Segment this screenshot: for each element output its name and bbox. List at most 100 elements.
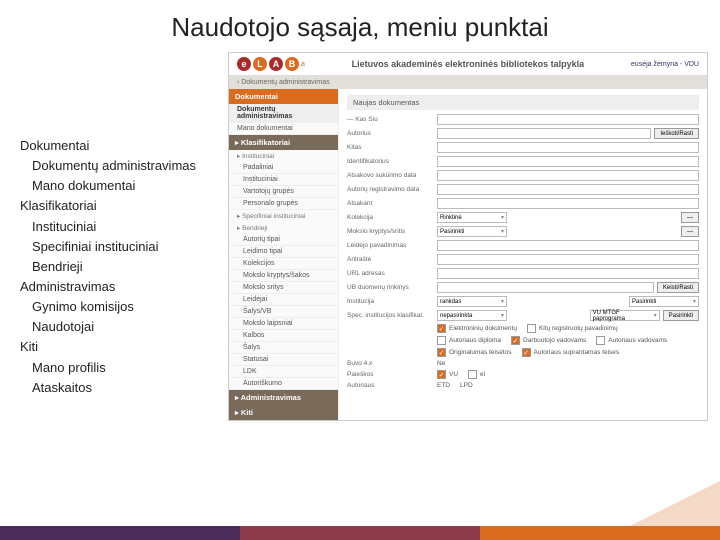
checkbox[interactable] — [527, 324, 536, 333]
sidebar-item[interactable]: Mokslo sritys — [229, 282, 338, 294]
text-input[interactable] — [437, 240, 699, 251]
text-input[interactable] — [437, 170, 699, 181]
button[interactable]: — — [681, 226, 699, 237]
user-link[interactable]: eusėja žemyna - VDU — [631, 61, 699, 68]
form-row: Leidėjo pavadinimas — [347, 240, 699, 251]
panel-title: Naujas dokumentas — [347, 95, 699, 110]
form-row: Autorius Ieškoti/Rasti — [347, 128, 699, 139]
field-label: Kitas — [347, 144, 437, 151]
form-row: Spec. institucijos klasifikat.nepasirink… — [347, 310, 699, 321]
sidebar-item[interactable]: Šalys/VB — [229, 306, 338, 318]
form-row: Identifikatorius — [347, 156, 699, 167]
sidebar-item[interactable]: Vartotojų grupės — [229, 186, 338, 198]
sidebar: DokumentaiDokumentų administravimasMano … — [229, 89, 339, 420]
button[interactable]: Ieškoti/Rasti — [654, 128, 699, 139]
checkbox[interactable]: ✓ — [522, 348, 531, 357]
logo-e-icon: e — [237, 57, 251, 71]
overlay-item: Instituciniai — [20, 217, 196, 237]
checkbox-label: Elektroninių dokumentų — [449, 325, 517, 332]
checkbox-label: el — [480, 371, 485, 378]
sidebar-item[interactable]: Mokslo kryptys/šakos — [229, 270, 338, 282]
sidebar-item[interactable]: Šalys — [229, 342, 338, 354]
sidebar-item[interactable]: Leidėjai — [229, 294, 338, 306]
sidebar-group[interactable]: ▸ Instituciniai — [229, 150, 338, 162]
text-input[interactable] — [437, 128, 651, 139]
button[interactable]: Keisti/Rasti — [657, 282, 699, 293]
text-input[interactable] — [437, 156, 699, 167]
sidebar-item[interactable]: Statusai — [229, 354, 338, 366]
sidebar-header-admin[interactable]: ▸ Administravimas — [229, 390, 338, 405]
sidebar-item[interactable]: Kalbos — [229, 330, 338, 342]
select[interactable]: rankdas▾ — [437, 296, 507, 307]
sidebar-item[interactable]: Dokumentų administravimas — [229, 104, 338, 123]
field-label: Leidėjo pavadinimas — [347, 242, 437, 249]
sidebar-header-dokumentai[interactable]: Dokumentai — [229, 89, 338, 104]
text-input[interactable] — [437, 184, 699, 195]
select[interactable]: Rinktinė▾ — [437, 212, 507, 223]
checkbox-label: Kitų registruotų pavadinimų — [539, 325, 618, 332]
form-row: Atsakovo sukūrimo data — [347, 170, 699, 181]
sidebar-item[interactable]: Autorių tipai — [229, 234, 338, 246]
checkbox[interactable] — [468, 370, 477, 379]
overlay-item: Naudotojai — [20, 317, 196, 337]
text-input[interactable] — [437, 282, 654, 293]
checkbox[interactable] — [596, 336, 605, 345]
logo-l-icon: L — [253, 57, 267, 71]
select[interactable]: VU MTGF paprograma▾ — [590, 310, 660, 321]
sidebar-item[interactable]: Instituciniai — [229, 174, 338, 186]
form-row: Mokslo kryptys/sritisPasirinkti▾— — [347, 226, 699, 237]
chevron-down-icon: ▾ — [501, 298, 504, 305]
overlay-item: Specifiniai instituciniai — [20, 237, 196, 257]
sidebar-item[interactable]: Padaliniai — [229, 162, 338, 174]
checkbox-label: Autoriaus suprantamas teises — [534, 349, 620, 356]
tag: ETD — [437, 382, 450, 389]
field-label: Autorius — [347, 130, 437, 137]
sidebar-header-kiti[interactable]: ▸ Kiti — [229, 405, 338, 420]
chevron-down-icon: ▾ — [501, 214, 504, 221]
field-label: Institucija — [347, 298, 437, 305]
logo-a-icon: A — [269, 57, 283, 71]
button[interactable]: — — [681, 212, 699, 223]
menu-overlay: DokumentaiDokumentų administravimasMano … — [20, 136, 196, 398]
select[interactable]: Pasirinkti▾ — [629, 296, 699, 307]
sidebar-item[interactable]: LDK — [229, 366, 338, 378]
field-label: Kolekcija — [347, 214, 437, 221]
sidebar-item[interactable]: Mano dokumentai — [229, 123, 338, 135]
sidebar-group[interactable]: ▸ Bendrieji — [229, 222, 338, 234]
field-label: UB duomenų rinkinys — [347, 284, 437, 291]
checkbox[interactable]: ✓ — [511, 336, 520, 345]
text-input[interactable] — [437, 114, 699, 125]
logo: e L A B a — [237, 57, 305, 71]
text-input[interactable] — [437, 198, 699, 209]
checkbox[interactable]: ✓ — [437, 324, 446, 333]
checkbox[interactable] — [437, 336, 446, 345]
form-row: Atsakant — [347, 198, 699, 209]
sidebar-item[interactable]: Mokslo laipsniai — [229, 318, 338, 330]
chevron-down-icon: ▾ — [501, 312, 504, 319]
form-row: — Kas Siu — [347, 114, 699, 125]
sidebar-item[interactable]: Autoriškumo — [229, 378, 338, 390]
app-window: e L A B a Lietuvos akademinės elektronin… — [228, 52, 708, 421]
sidebar-item[interactable]: Kolekcijos — [229, 258, 338, 270]
tag: LPD — [460, 382, 473, 389]
sidebar-group[interactable]: ▸ Specifiniai instituciniai — [229, 210, 338, 222]
checkbox[interactable]: ✓ — [437, 348, 446, 357]
text-input[interactable] — [437, 254, 699, 265]
checkbox[interactable]: ✓ — [437, 370, 446, 379]
breadcrumb: › Dokumentų administravimas — [229, 76, 707, 89]
slide-title: Naudotojo sąsaja, meniu punktai — [0, 0, 720, 49]
sidebar-item[interactable]: Personalo grupės — [229, 198, 338, 210]
select[interactable]: Pasirinkti▾ — [437, 226, 507, 237]
overlay-item: Kiti — [20, 337, 196, 357]
overlay-item: Bendrieji — [20, 257, 196, 277]
select[interactable]: nepasirinkta▾ — [437, 310, 507, 321]
sidebar-header-klasifikatoriai[interactable]: ▸ Klasifikatoriai — [229, 135, 338, 150]
form-row: UB duomenų rinkinys Keisti/Rasti — [347, 282, 699, 293]
sidebar-item[interactable]: Leidimo tipai — [229, 246, 338, 258]
text-input[interactable] — [437, 268, 699, 279]
overlay-item: Dokumentai — [20, 136, 196, 156]
logo-a-suffix: a — [301, 61, 305, 68]
text-input[interactable] — [437, 142, 699, 153]
button[interactable]: Pasirinkti — [663, 310, 699, 321]
checkbox-label: Autoriaus diploma — [449, 337, 501, 344]
